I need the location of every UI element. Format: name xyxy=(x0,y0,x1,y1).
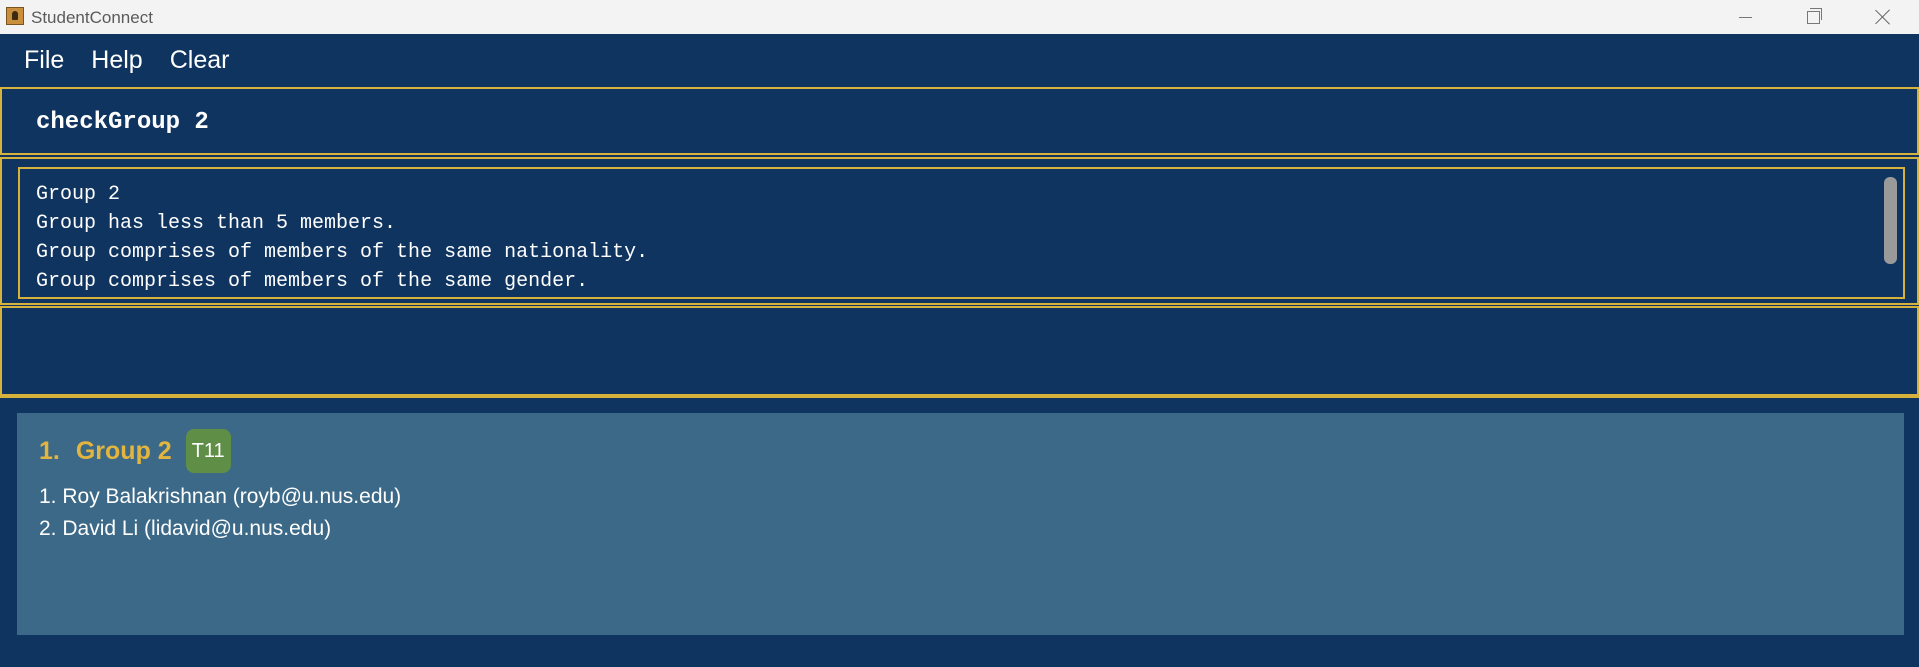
close-icon xyxy=(1875,9,1891,25)
member-list: 1. Roy Balakrishnan (royb@u.nus.edu) 2. … xyxy=(39,481,401,545)
member-item: 2. David Li (lidavid@u.nus.edu) xyxy=(39,517,332,540)
group-name: Group 2 xyxy=(75,436,172,465)
command-input[interactable]: checkGroup 2 xyxy=(36,109,209,136)
result-line: Group has less than 5 members. xyxy=(36,212,397,235)
result-scrollbar[interactable] xyxy=(1884,177,1897,264)
result-display-panel: Group 2 Group has less than 5 members. G… xyxy=(0,157,1919,305)
menu-file[interactable]: File xyxy=(24,46,64,75)
group-tag-badge: T11 xyxy=(185,429,231,473)
group-header: 1. Group 2 T11 xyxy=(39,427,231,475)
group-card[interactable]: 1. Group 2 T11 1. Roy Balakrishnan (royb… xyxy=(17,413,1904,635)
result-line: Group 2 xyxy=(36,183,121,206)
result-line: Group comprises of members of the same n… xyxy=(36,241,649,264)
command-box[interactable]: checkGroup 2 xyxy=(0,87,1919,155)
group-list: 1. Group 2 T11 1. Roy Balakrishnan (royb… xyxy=(0,396,1919,667)
minimize-button[interactable] xyxy=(1710,0,1780,34)
member-item: 1. Roy Balakrishnan (royb@u.nus.edu) xyxy=(39,485,402,508)
close-button[interactable] xyxy=(1848,0,1918,34)
app-icon xyxy=(6,7,24,25)
window-title: StudentConnect xyxy=(31,8,153,27)
restore-icon xyxy=(1806,7,1822,24)
menu-help[interactable]: Help xyxy=(91,46,142,75)
menu-clear[interactable]: Clear xyxy=(170,46,230,75)
result-line: Group comprises of members of the same g… xyxy=(36,270,589,293)
result-display[interactable]: Group 2 Group has less than 5 members. G… xyxy=(18,167,1905,299)
result-text: Group 2 Group has less than 5 members. G… xyxy=(36,180,648,296)
menu-bar: File Help Clear xyxy=(0,34,1919,86)
group-index: 1. xyxy=(39,436,60,465)
title-bar: StudentConnect xyxy=(0,0,1919,34)
minimize-icon xyxy=(1738,16,1752,18)
restore-button[interactable] xyxy=(1778,0,1848,34)
status-panel xyxy=(0,306,1919,396)
